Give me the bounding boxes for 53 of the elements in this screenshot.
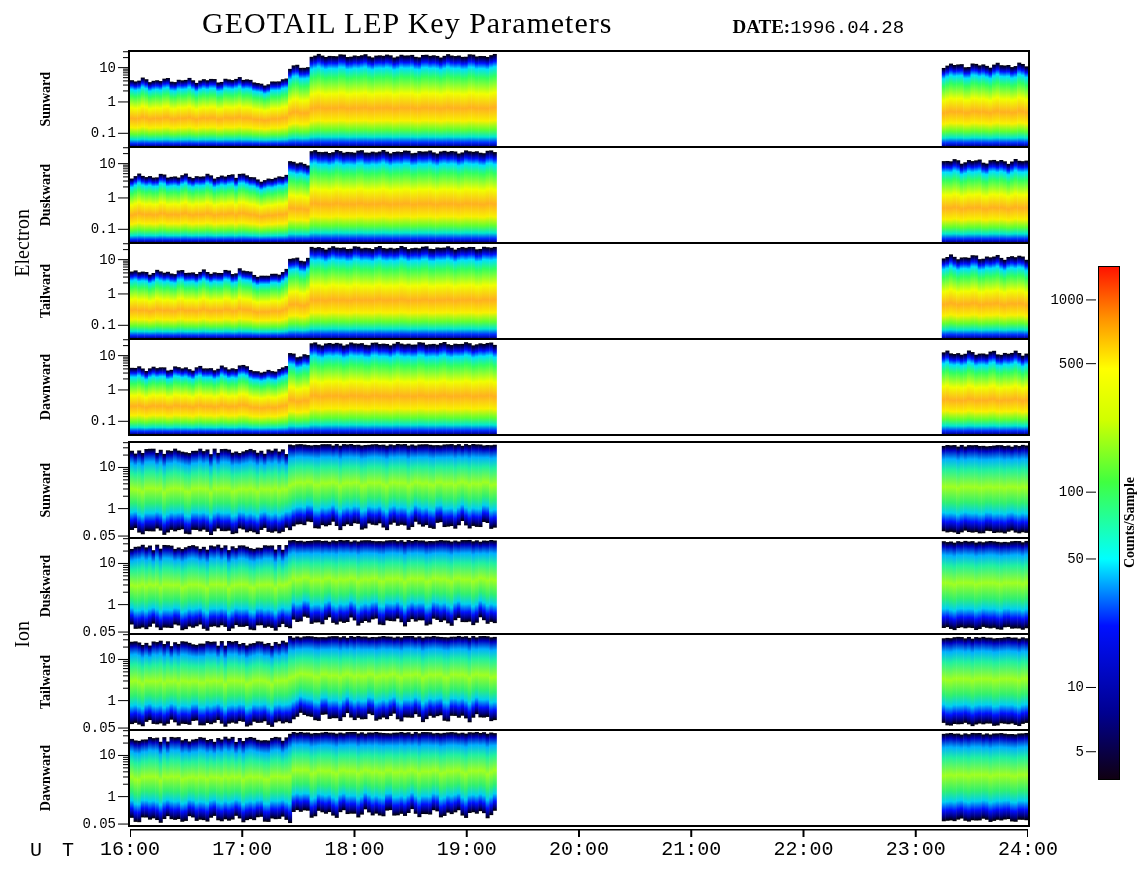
x-tick-label: 16:00 [100,838,160,861]
date-label: DATE: [732,15,791,37]
direction-label: Tailward [38,264,54,318]
direction-label: Dawnward [38,353,54,421]
x-tick-label: 17:00 [212,838,273,861]
y-tick-label: 10 [99,460,116,475]
y-tick-label: 10 [99,348,116,363]
y-tick-label: 0.1 [90,414,116,429]
y-tick-label: 0.1 [90,318,116,333]
colorbar-tick-label: 5 [1075,744,1084,759]
y-tick-label: 1 [107,286,116,301]
x-tick-label: 24:00 [998,838,1058,861]
x-tick-label: 23:00 [885,838,946,861]
colorbar-label: Counts/Sample [1122,477,1138,569]
x-tick-label: 21:00 [661,838,722,861]
y-tick-label: 10 [99,556,116,571]
y-tick-label: 1 [107,94,116,109]
y-tick-label: 0.05 [82,625,116,640]
direction-label: Duskward [38,163,54,227]
direction-label: Sunward [38,462,54,518]
y-tick-label: 10 [99,252,116,267]
y-tick-label: 1 [107,382,116,397]
x-tick-label: 22:00 [773,838,834,861]
x-tick-label: 20:00 [549,838,609,861]
direction-label: Sunward [38,71,54,127]
species-label: Electron [11,209,34,277]
direction-label: Duskward [38,554,54,618]
y-tick-label: 0.1 [90,222,116,237]
direction-label: Tailward [38,655,54,709]
y-tick-label: 10 [99,748,116,763]
colorbar-tick-label: 1000 [1050,292,1084,307]
direction-label: Dawnward [38,744,54,812]
y-tick-label: 1 [107,501,116,516]
y-tick-label: 10 [99,60,116,75]
x-tick-label: 18:00 [324,838,385,861]
y-tick-label: 1 [107,190,116,205]
y-tick-label: 0.05 [82,529,116,544]
y-tick-label: 1 [107,693,116,708]
y-tick-label: 0.1 [90,126,116,141]
y-tick-label: 1 [107,597,116,612]
y-tick-label: 10 [99,156,116,171]
y-tick-label: 0.05 [82,817,116,832]
colorbar-tick-label: 500 [1058,356,1084,371]
species-label: Ion [11,620,34,648]
y-tick-label: 0.05 [82,721,116,736]
colorbar-tick-label: 50 [1067,551,1084,566]
x-tick-label: 19:00 [436,838,497,861]
colorbar-tick-label: 100 [1058,485,1084,500]
colorbar-tick-label: 10 [1067,680,1084,695]
date-value: 1996.04.28 [790,16,905,39]
y-tick-label: 1 [107,789,116,804]
plot-title: GEOTAIL LEP Key Parameters [202,6,613,40]
y-tick-label: 10 [99,652,116,667]
